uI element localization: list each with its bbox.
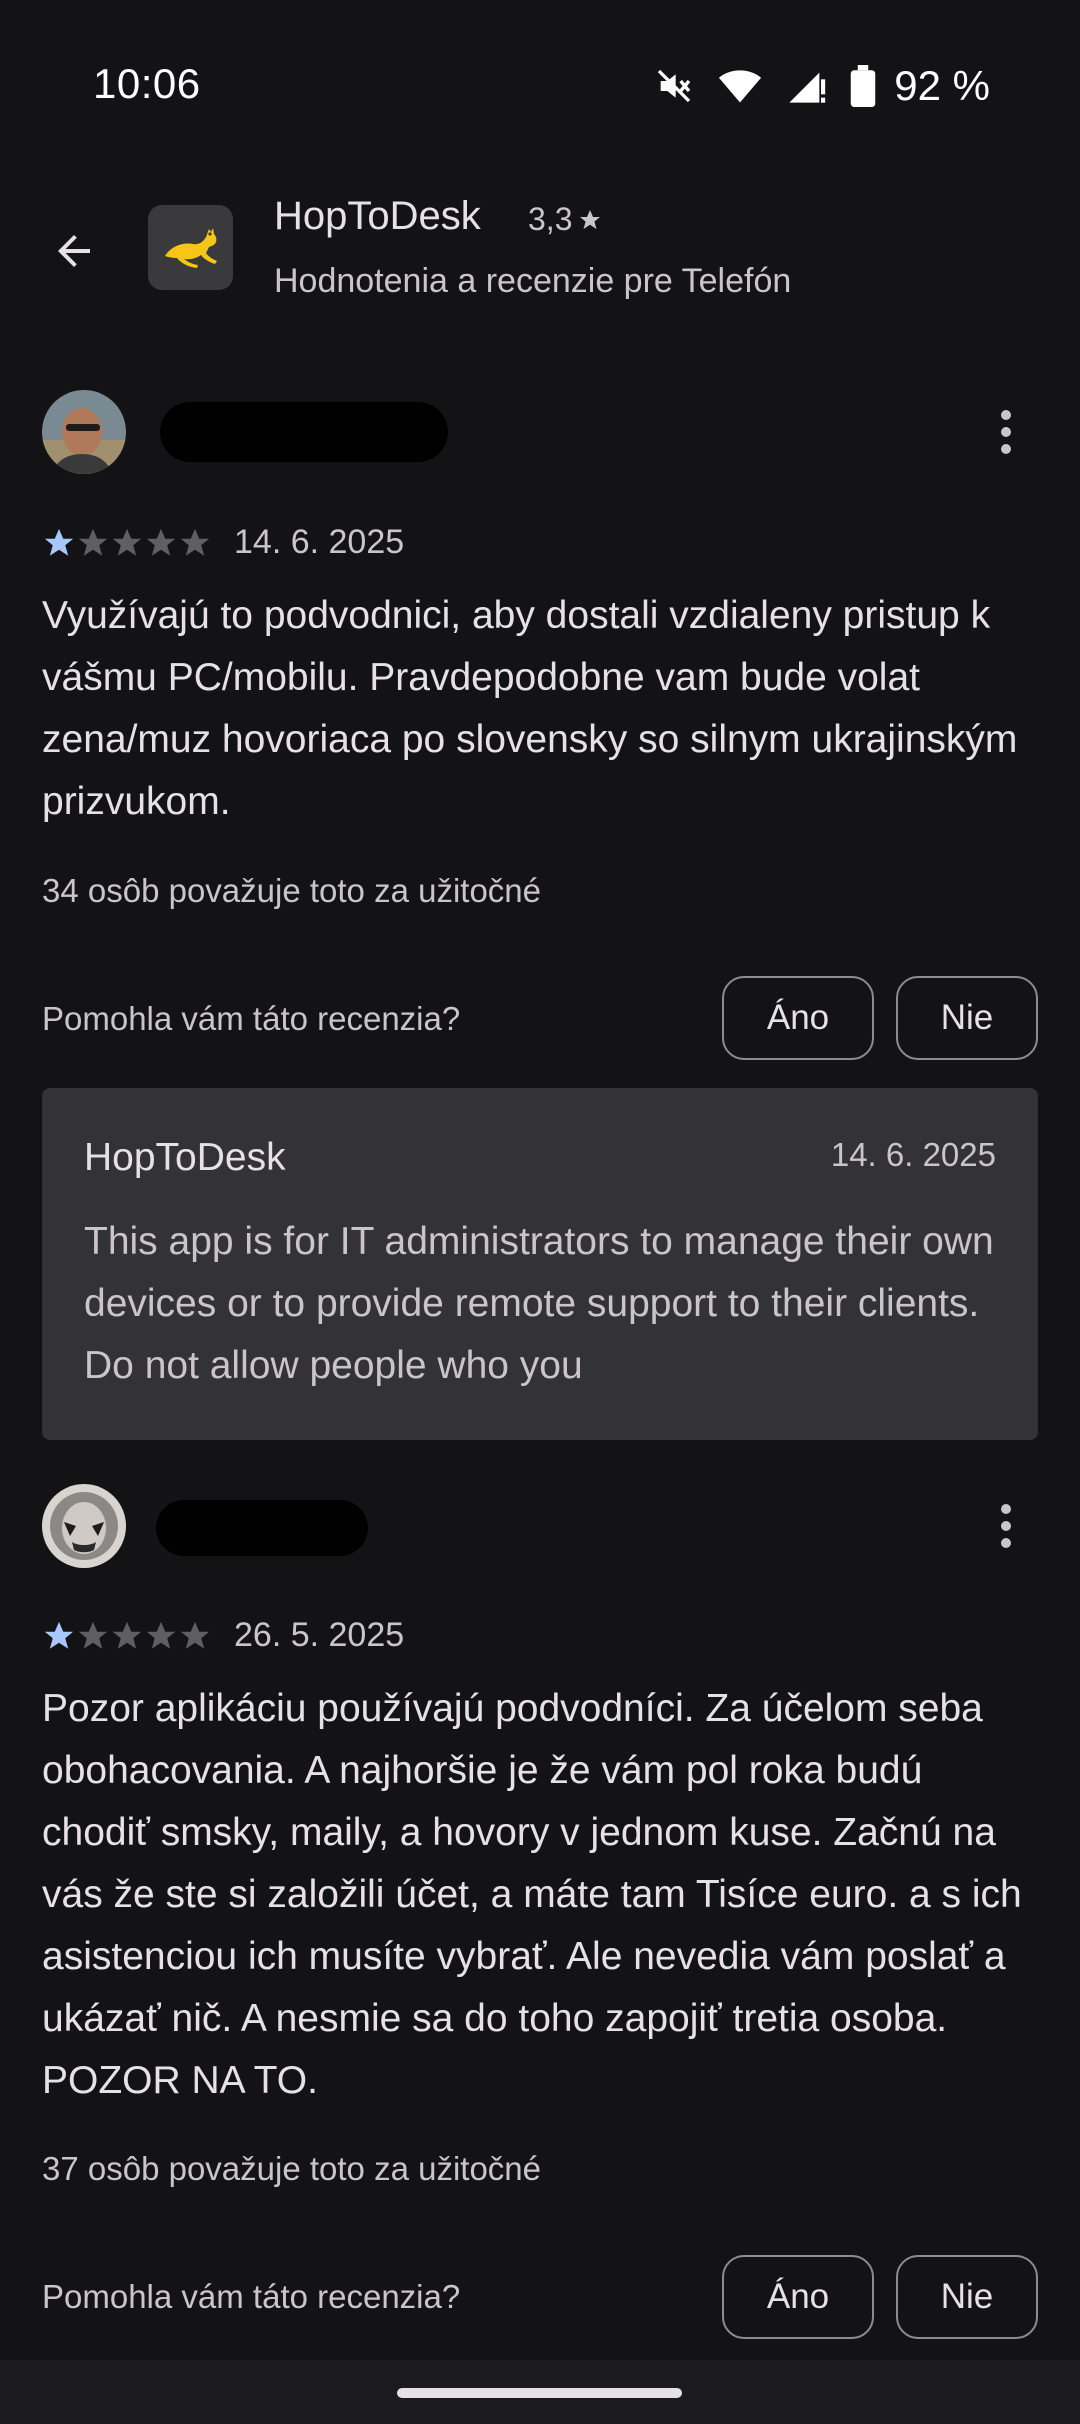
battery-icon [851, 65, 876, 107]
navigation-bar [0, 2360, 1080, 2424]
signal-icon [789, 72, 826, 103]
more-vert-icon [1001, 1504, 1011, 1514]
star-empty-icon [112, 1621, 142, 1649]
star-empty-icon [146, 1621, 176, 1649]
developer-reply: HopToDesk 14. 6. 2025 This app is for IT… [42, 1088, 1038, 1440]
screen: 10:06 92 % HopToDesk 3,3 Hodnotenia a re… [0, 0, 1080, 2424]
review-rating: 26. 5. 2025 [42, 1616, 404, 1655]
helpful-question: Pomohla vám táto recenzia? [42, 2278, 461, 2315]
redacted-reviewer-name [156, 1500, 368, 1556]
helpful-count: 34 osôb považuje toto za užitočné [42, 872, 542, 909]
reviewer-avatar [42, 390, 126, 474]
star-empty-icon [112, 528, 142, 556]
reviewer-avatar [42, 1484, 126, 1568]
review-date: 14. 6. 2025 [234, 523, 405, 561]
star-empty-icon [180, 1621, 210, 1649]
developer-reply-date: 14. 6. 2025 [830, 1136, 996, 1173]
more-options-button[interactable] [985, 402, 1027, 462]
helpful-question: Pomohla vám táto recenzia? [42, 1000, 461, 1037]
star-empty-icon [78, 528, 108, 556]
more-vert-icon [1001, 410, 1011, 420]
review-text: Pozor aplikáciu používajú podvodníci. Za… [42, 1687, 1022, 2102]
back-button[interactable] [42, 219, 106, 283]
helpful-yes-button[interactable]: Áno [722, 2255, 874, 2339]
developer-name: HopToDesk [84, 1136, 286, 1179]
helpful-no-button[interactable]: Nie [896, 976, 1038, 1060]
star-filled-icon [44, 1621, 74, 1649]
status-icons: 92 % [654, 62, 990, 110]
kangaroo-logo-icon [164, 227, 217, 268]
star-empty-icon [78, 1621, 108, 1649]
mute-icon [658, 69, 691, 103]
app-rating: 3,3 [528, 201, 602, 238]
review-rating: 14. 6. 2025 [42, 523, 404, 562]
app-title: HopToDesk [274, 194, 481, 238]
helpful-count: 37 osôb považuje toto za užitočné [42, 2150, 542, 2187]
star-filled-icon [44, 528, 74, 556]
helpful-yes-button[interactable]: Áno [722, 976, 874, 1060]
review-text: Využívajú to podvodnici, aby dostali vzd… [42, 594, 1018, 823]
more-options-button[interactable] [985, 1496, 1027, 1556]
redacted-reviewer-name [160, 402, 448, 462]
star-empty-icon [180, 528, 210, 556]
status-bar: 10:06 92 % [0, 0, 1080, 150]
home-indicator[interactable] [397, 2388, 682, 2398]
helpful-no-button[interactable]: Nie [896, 2255, 1038, 2339]
app-subtitle: Hodnotenia a recenzie pre Telefón [274, 262, 792, 300]
developer-reply-text: This app is for IT administrators to man… [84, 1220, 994, 1387]
arrow-back-icon [58, 235, 90, 267]
star-icon [580, 209, 601, 229]
app-header: HopToDesk 3,3 Hodnotenia a recenzie pre … [0, 185, 1080, 315]
wifi-icon [719, 70, 762, 103]
status-time: 10:06 [93, 60, 201, 107]
star-empty-icon [146, 528, 176, 556]
review-date: 26. 5. 2025 [234, 1616, 405, 1654]
battery-percentage: 92 % [894, 62, 990, 109]
app-rating-value: 3,3 [528, 201, 573, 237]
app-icon [148, 205, 233, 290]
